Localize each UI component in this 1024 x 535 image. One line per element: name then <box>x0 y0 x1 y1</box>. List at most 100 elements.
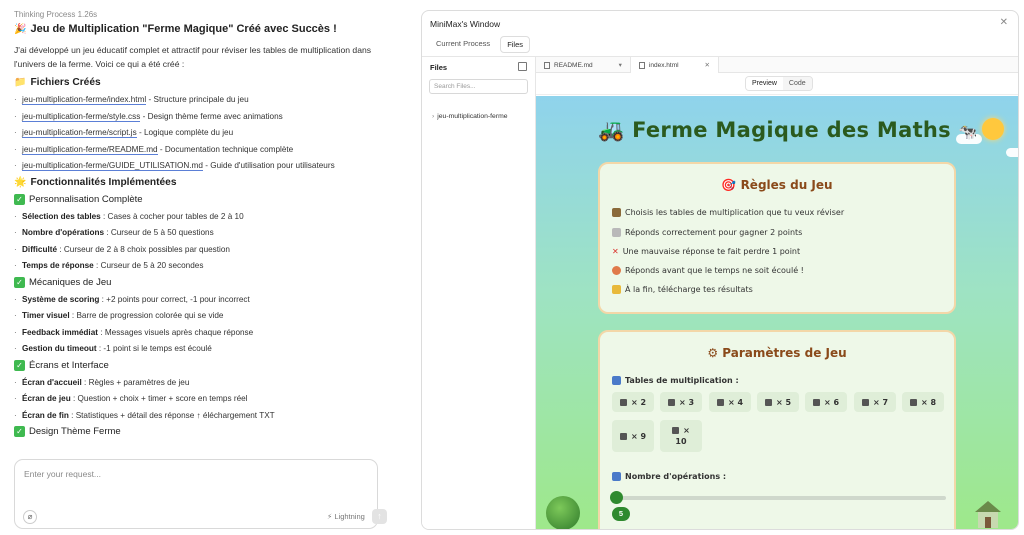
design-heading: ✓ Design Thème Ferme <box>14 426 384 437</box>
message-title-text: Jeu de Multiplication "Ferme Magique" Cr… <box>30 23 337 35</box>
rules-heading-text: Règles du Jeu <box>740 178 833 192</box>
attach-icon[interactable]: ⌀ <box>23 510 37 524</box>
intro-text: J'ai développé un jeu éducatif complet e… <box>14 45 372 69</box>
file-desc: - Documentation technique complète <box>157 144 294 154</box>
rule-text: Une mauvaise réponse te fait perdre 1 po… <box>622 247 801 256</box>
mecaniques-heading-text: Mécaniques de Jeu <box>29 276 112 288</box>
list-item: jeu-multiplication-ferme/script.js - Log… <box>14 127 384 138</box>
tab-files[interactable]: Files <box>500 36 531 53</box>
rule-item: ✕ Une mauvaise réponse te fait perdre 1 p… <box>612 247 800 256</box>
code-button[interactable]: Code <box>782 77 812 90</box>
close-icon[interactable]: ✕ <box>705 61 710 69</box>
close-icon[interactable]: ✕ <box>1000 17 1008 28</box>
item-bold: Écran de fin <box>22 410 69 420</box>
params-heading: ⚙ Paramètres de Jeu <box>600 346 954 360</box>
list-item: jeu-multiplication-ferme/index.html - St… <box>14 94 384 105</box>
search-files-input[interactable]: Search Files... <box>429 79 528 94</box>
rule-item: Réponds correctement pour gagner 2 point… <box>612 228 802 237</box>
table-label: × <box>683 426 690 435</box>
params-card: ⚙ Paramètres de Jeu Tables de multiplica… <box>598 330 956 529</box>
table-checkbox-2[interactable]: × 2 <box>612 392 654 412</box>
editor-tab-readme[interactable]: README.md ▾ <box>536 57 631 73</box>
file-link[interactable]: jeu-multiplication-ferme/index.html <box>22 95 147 105</box>
ops-label: Nombre d'opérations : <box>612 472 726 481</box>
book-icon <box>612 376 621 385</box>
collapse-icon[interactable] <box>518 62 527 71</box>
gear-icon: ⚙ <box>707 346 719 360</box>
params-heading-text: Paramètres de Jeu <box>722 346 847 360</box>
send-button[interactable]: ↑ <box>372 509 387 524</box>
item-text: : -1 point si le temps est écoulé <box>96 344 212 353</box>
table-label-row: × <box>672 426 690 435</box>
item-bold: Feedback immédiat <box>22 327 98 337</box>
chevron-down-icon[interactable]: ▾ <box>619 61 622 69</box>
star-icon: 🌟 <box>14 176 27 188</box>
design-heading-text: Design Thème Ferme <box>29 426 121 437</box>
editor-area: README.md ▾ index.html ✕ Preview Code 🚜 … <box>536 57 1018 529</box>
list-item: Difficulté : Curseur de 2 à 8 choix poss… <box>14 244 384 255</box>
table-checkbox-8[interactable]: × 8 <box>902 392 944 412</box>
file-desc: - Logique complète du jeu <box>136 128 234 137</box>
table-checkbox-7[interactable]: × 7 <box>854 392 896 412</box>
table-checkbox-3[interactable]: × 3 <box>660 392 702 412</box>
chat-messages[interactable]: Thinking Process 1.26s 🎉 Jeu de Multipli… <box>14 10 384 462</box>
checkbox-icon <box>619 398 627 406</box>
list-item: Gestion du timeout : -1 point si le temp… <box>14 343 384 354</box>
table-checkbox-9[interactable]: × 9 <box>612 420 654 452</box>
file-link[interactable]: jeu-multiplication-ferme/README.md <box>22 144 158 155</box>
item-text: : Statistiques + détail des réponse ↑ él… <box>68 410 275 420</box>
table-checkbox-10[interactable]: × 10 <box>660 420 702 452</box>
item-bold: Nombre d'opérations <box>22 228 105 237</box>
checkmark-icon: ✓ <box>14 276 25 288</box>
item-bold: Gestion du timeout <box>22 344 97 353</box>
item-text: : Curseur de 5 à 20 secondes <box>93 261 204 270</box>
item-bold: Système de scoring <box>22 294 100 304</box>
editor-tabs: README.md ▾ index.html ✕ <box>536 57 1018 73</box>
ops-slider-handle[interactable] <box>610 491 623 504</box>
thinking-process-label[interactable]: Thinking Process 1.26s <box>14 10 384 19</box>
table-checkbox-4[interactable]: × 4 <box>709 392 751 412</box>
rule-text: Choisis les tables de multiplication que… <box>625 208 845 217</box>
file-desc: - Design thème ferme avec animations <box>140 111 283 121</box>
table-checkbox-5[interactable]: × 5 <box>757 392 799 412</box>
files-heading: 📁 Fichiers Créés <box>14 77 384 88</box>
table-label-number: 10 <box>675 437 687 446</box>
list-item: Feedback immédiat : Messages visuels apr… <box>14 327 384 338</box>
list-item: Écran d'accueil : Règles + paramètres de… <box>14 377 384 388</box>
checkbox-icon <box>764 398 772 406</box>
ops-slider-value: 5 <box>612 507 630 521</box>
file-link[interactable]: jeu-multiplication-ferme/script.js <box>22 128 137 138</box>
checkmark-icon: ✓ <box>14 193 25 205</box>
tractor-icon: 🚜 <box>598 118 625 142</box>
message-title: 🎉 Jeu de Multiplication "Ferme Magique" … <box>14 23 384 35</box>
item-text: : Cases à cocher pour tables de 2 à 10 <box>100 211 244 221</box>
game-preview[interactable]: 🚜 Ferme Magique des Maths 🐄 🎯 Règles du … <box>536 96 1018 529</box>
checkmark-icon: ✓ <box>14 426 25 437</box>
table-label: × 4 <box>727 397 744 407</box>
tree-item-folder[interactable]: › jeu-multiplication-ferme <box>432 113 508 120</box>
file-link[interactable]: jeu-multiplication-ferme/GUIDE_UTILISATI… <box>22 161 203 171</box>
lightning-mode-button[interactable]: ⚡ Lightning <box>327 512 365 521</box>
preview-button[interactable]: Preview <box>746 77 783 90</box>
minimax-window: MiniMax's Window ✕ Current Process Files… <box>421 10 1019 530</box>
list-item: Timer visuel : Barre de progression colo… <box>14 310 384 321</box>
rules-heading: 🎯 Règles du Jeu <box>600 178 954 192</box>
table-label: × 2 <box>630 397 647 407</box>
chat-input[interactable]: Enter your request... <box>24 469 101 479</box>
ops-label-text: Nombre d'opérations : <box>625 472 727 481</box>
table-checkbox-6[interactable]: × 6 <box>805 392 847 412</box>
table-label: × 8 <box>920 397 937 407</box>
view-toggle: Preview Code <box>745 76 813 91</box>
ecrans-heading-text: Écrans et Interface <box>29 359 109 371</box>
rule-text: À la fin, télécharge tes résultats <box>625 285 753 294</box>
game-title: 🚜 Ferme Magique des Maths 🐄 <box>598 118 978 143</box>
list-item: Écran de fin : Statistiques + détail des… <box>14 410 384 421</box>
ops-slider-track[interactable] <box>612 496 946 500</box>
chat-panel: Thinking Process 1.26s 🎉 Jeu de Multipli… <box>0 0 395 535</box>
file-link[interactable]: jeu-multiplication-ferme/style.css <box>22 111 141 122</box>
table-label: × 5 <box>775 397 792 407</box>
chat-input-box[interactable]: Enter your request... ⌀ ⚡ Lightning ↑ <box>14 459 387 529</box>
editor-tab-index[interactable]: index.html ✕ <box>630 57 719 73</box>
tab-current-process[interactable]: Current Process <box>430 36 496 53</box>
window-tabs: Current Process Files <box>430 36 531 53</box>
